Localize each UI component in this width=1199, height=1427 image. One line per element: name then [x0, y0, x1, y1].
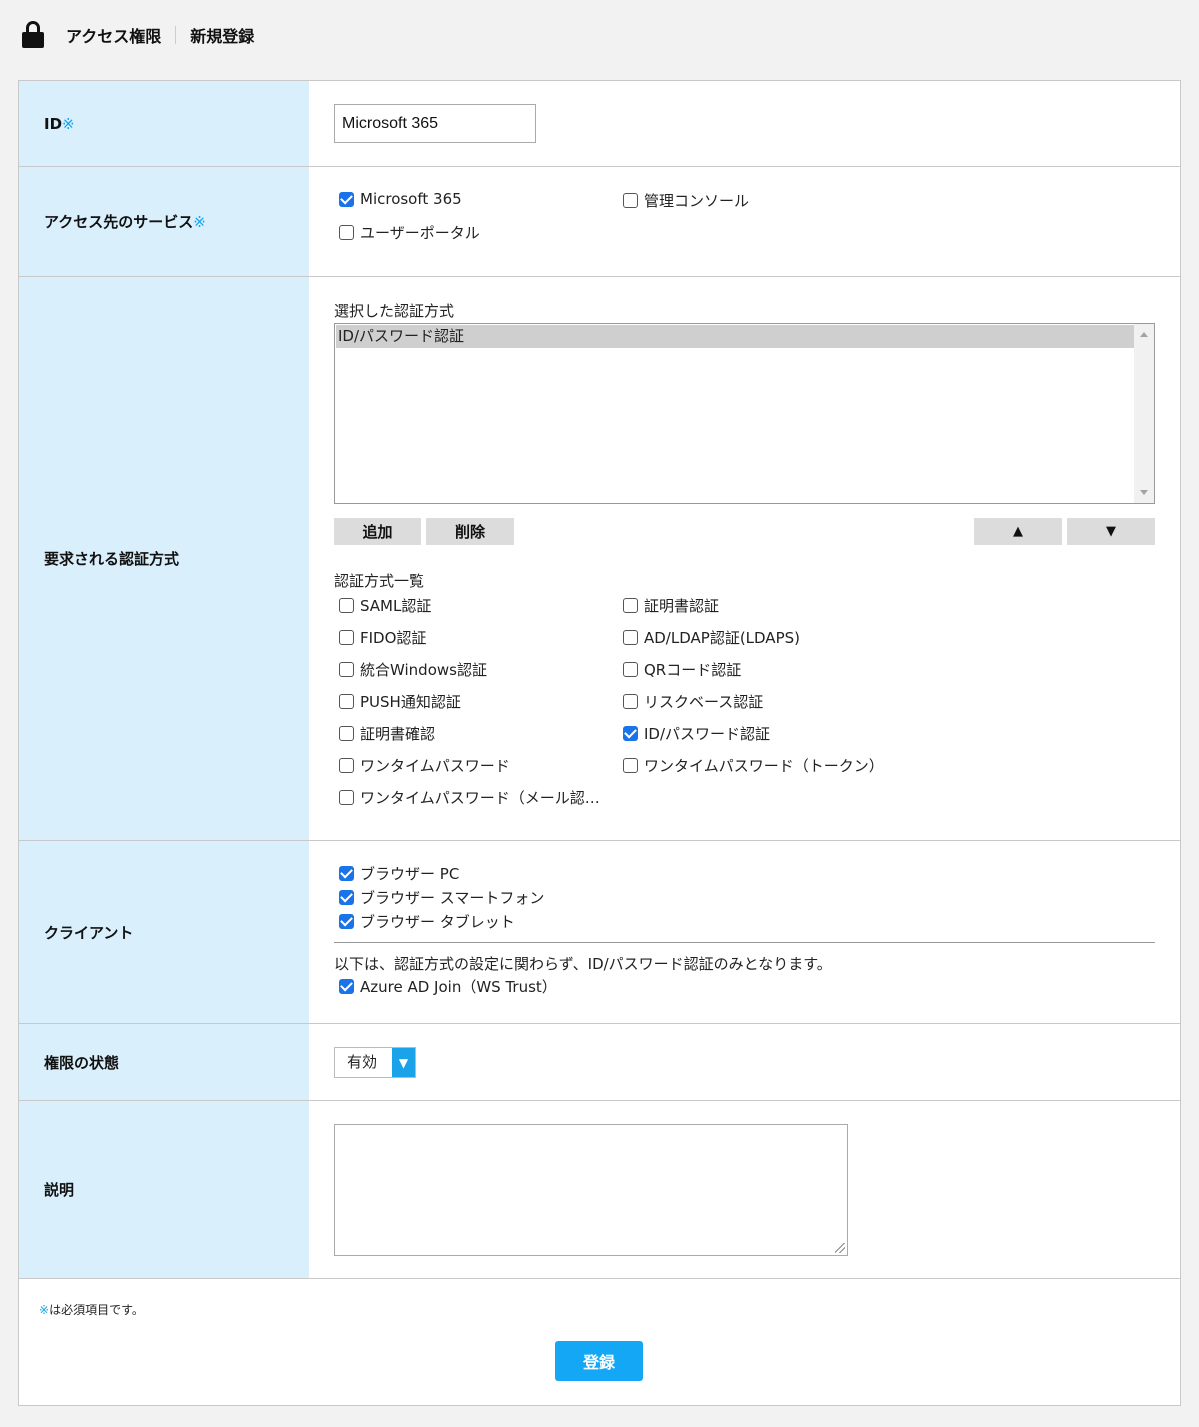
checkbox-checked[interactable]	[339, 979, 354, 994]
delete-button[interactable]: 削除	[426, 518, 514, 545]
auth-method-checkbox[interactable]: 統合Windows認証	[334, 659, 487, 680]
row-client: クライアント ブラウザー PC ブラウザー スマートフォン ブラウザー タブレッ…	[19, 841, 1180, 1024]
checkbox[interactable]	[623, 193, 638, 208]
header-divider	[175, 26, 177, 44]
service-checkbox-m365[interactable]: Microsoft 365	[334, 190, 462, 208]
id-label: ID ※	[19, 81, 309, 166]
checkbox[interactable]	[339, 694, 354, 709]
divider	[334, 942, 1155, 943]
checkbox-checked[interactable]	[339, 866, 354, 881]
resize-grip-icon[interactable]	[835, 1243, 845, 1253]
checkbox[interactable]	[339, 225, 354, 240]
status-select-value: 有効	[347, 1053, 378, 1071]
listbox-scrollbar[interactable]	[1134, 324, 1154, 503]
checkbox[interactable]	[339, 630, 354, 645]
id-input[interactable]: Microsoft 365	[334, 104, 536, 143]
row-services: アクセス先のサービス ※ Microsoft 365 管理コンソール ユーザーポー…	[19, 167, 1180, 277]
checkbox-checked[interactable]	[339, 914, 354, 929]
registration-form: ID ※ Microsoft 365 アクセス先のサービス ※ Microsoft …	[18, 80, 1181, 1406]
auth-method-checkbox[interactable]: SAML認証	[334, 595, 431, 616]
auth-method-checkbox[interactable]: ワンタイムパスワード（トークン）	[618, 755, 884, 776]
checkbox[interactable]	[623, 598, 638, 613]
required-note: ※は必須項目です。	[39, 1303, 144, 1317]
checkbox-checked[interactable]	[339, 191, 354, 207]
checkbox[interactable]	[339, 790, 354, 805]
auth-method-checkbox[interactable]: QRコード認証	[618, 659, 741, 680]
dropdown-arrow-icon[interactable]: ▼	[392, 1048, 415, 1077]
add-button[interactable]: 追加	[334, 518, 421, 545]
selected-auth-listbox[interactable]: ID/パスワード認証	[334, 323, 1155, 504]
required-mark: ※	[62, 114, 75, 133]
client-checkbox-tablet[interactable]: ブラウザー タブレット	[334, 911, 515, 932]
auth-method-checkbox[interactable]: ワンタイムパスワード（メール認…	[334, 787, 600, 808]
description-textarea[interactable]	[334, 1124, 848, 1256]
description-label: 説明	[19, 1101, 309, 1278]
lock-icon	[22, 21, 44, 49]
services-label: アクセス先のサービス ※	[19, 167, 309, 276]
page-title: アクセス権限	[66, 27, 162, 46]
auth-method-checkbox[interactable]: 証明書確認	[334, 723, 435, 744]
checkbox[interactable]	[339, 598, 354, 613]
move-up-button[interactable]: ▲	[974, 518, 1062, 545]
listbox-item[interactable]: ID/パスワード認証	[336, 325, 1134, 348]
status-label: 権限の状態	[19, 1024, 309, 1100]
auth-method-checkbox[interactable]: リスクベース認証	[618, 691, 763, 712]
checkbox-checked[interactable]	[339, 890, 354, 905]
client-checkbox-azure-ad[interactable]: Azure AD Join（WS Trust）	[334, 976, 557, 997]
row-description: 説明	[19, 1101, 1180, 1279]
checkbox[interactable]	[339, 726, 354, 741]
scroll-down-icon[interactable]	[1140, 490, 1148, 495]
auth-method-checkbox[interactable]: ID/パスワード認証	[618, 723, 770, 744]
service-checkbox-portal[interactable]: ユーザーポータル	[334, 222, 480, 243]
auth-method-checkbox[interactable]: FIDO認証	[334, 627, 426, 648]
status-select[interactable]: 有効 ▼	[334, 1047, 416, 1078]
row-auth: 要求される認証方式 選択した認証方式 ID/パスワード認証 追加 削除 ▲ ▼ …	[19, 277, 1180, 841]
auth-method-checkbox[interactable]: ワンタイムパスワード	[334, 755, 510, 776]
row-status: 権限の状態 有効 ▼	[19, 1024, 1180, 1101]
auth-method-checkbox[interactable]: 証明書認証	[618, 595, 719, 616]
checkbox[interactable]	[623, 662, 638, 677]
submit-button[interactable]: 登録	[555, 1341, 643, 1381]
checkbox-checked[interactable]	[623, 726, 638, 741]
checkbox[interactable]	[339, 662, 354, 677]
page-subtitle: 新規登録	[190, 27, 255, 46]
client-checkbox-smartphone[interactable]: ブラウザー スマートフォン	[334, 887, 544, 908]
client-note: 以下は、認証方式の設定に関わらず、ID/パスワード認証のみとなります。	[334, 955, 832, 973]
client-label: クライアント	[19, 841, 309, 1023]
move-down-button[interactable]: ▼	[1067, 518, 1155, 545]
checkbox[interactable]	[623, 694, 638, 709]
scroll-up-icon[interactable]	[1140, 332, 1148, 337]
row-id: ID ※ Microsoft 365	[19, 81, 1180, 167]
service-checkbox-console[interactable]: 管理コンソール	[618, 190, 749, 211]
checkbox[interactable]	[623, 630, 638, 645]
checkbox[interactable]	[623, 758, 638, 773]
auth-list-label: 認証方式一覧	[334, 572, 425, 590]
page-header: アクセス権限 新規登録	[22, 20, 254, 50]
client-checkbox-pc[interactable]: ブラウザー PC	[334, 863, 459, 884]
selected-auth-label: 選択した認証方式	[334, 302, 455, 320]
auth-label: 要求される認証方式	[19, 277, 309, 840]
auth-method-checkbox[interactable]: PUSH通知認証	[334, 691, 461, 712]
auth-method-checkbox[interactable]: AD/LDAP認証(LDAPS)	[618, 627, 800, 648]
checkbox[interactable]	[339, 758, 354, 773]
